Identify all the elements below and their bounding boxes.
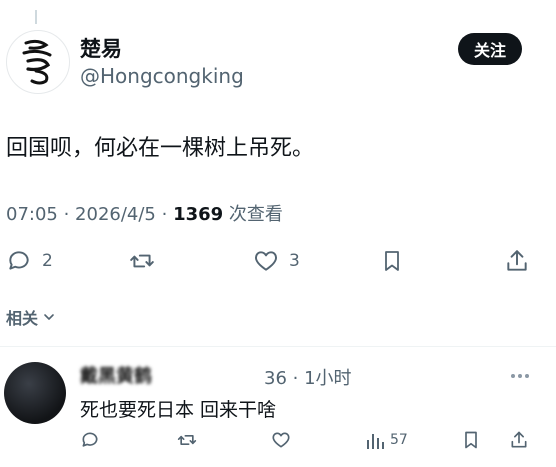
heart-icon: [255, 251, 277, 271]
author-handle[interactable]: @Hongcongking: [80, 64, 244, 88]
reply-like-button[interactable]: [271, 430, 291, 450]
reply-views-count: 57: [390, 432, 408, 448]
share-icon: [511, 431, 527, 448]
reply-author-name[interactable]: 戴黑黄鹤: [80, 362, 152, 388]
reply-reply-button[interactable]: [80, 430, 100, 450]
share-icon: [507, 250, 527, 271]
reply-bookmark-button[interactable]: [461, 430, 481, 450]
calligraphy-logo-icon: [22, 39, 52, 85]
author-avatar[interactable]: [6, 30, 70, 94]
related-label: 相关: [6, 309, 39, 328]
reply-button[interactable]: 2: [6, 248, 53, 274]
tweet-text: 回国呗，何必在一棵树上吊死。: [6, 136, 315, 161]
speech-bubble-icon: [9, 251, 29, 270]
views-count: 1369: [173, 204, 224, 225]
bookmark-button[interactable]: [380, 248, 404, 274]
reply-share-button[interactable]: [509, 430, 529, 450]
follow-button[interactable]: 关注: [458, 33, 522, 65]
tweet-date[interactable]: 2026/4/5: [75, 204, 156, 225]
reply-analytics-button[interactable]: 57: [366, 430, 408, 450]
meta-separator: ·: [57, 204, 76, 225]
meta-separator: ·: [155, 204, 174, 225]
bar-chart-icon: [367, 434, 384, 449]
tweet-time[interactable]: 07:05: [6, 204, 58, 225]
more-button[interactable]: [510, 365, 530, 384]
reply-count: 2: [42, 251, 53, 271]
bookmark-icon: [465, 431, 477, 449]
heart-icon: [272, 432, 290, 448]
divider: [0, 346, 556, 347]
reply-time[interactable]: 36 · 1小时: [264, 364, 352, 390]
bookmark-icon: [385, 251, 399, 271]
chevron-down-icon: [44, 314, 54, 320]
retweet-icon: [177, 435, 197, 445]
tweet-meta: 07:05 · 2026/4/5 · 1369 次查看: [6, 200, 283, 226]
like-button[interactable]: 3: [253, 248, 300, 274]
views-label: 次查看: [223, 204, 283, 225]
retweet-icon: [130, 254, 154, 268]
more-icon: [511, 374, 529, 378]
reply-text: 死也要死日本 回来干啥: [80, 399, 277, 421]
related-toggle[interactable]: 相关: [6, 305, 57, 329]
share-button[interactable]: [504, 248, 530, 274]
thread-line: [35, 10, 37, 24]
retweet-button[interactable]: [128, 248, 156, 274]
like-count: 3: [289, 251, 300, 271]
author-display-name[interactable]: 楚易: [80, 33, 122, 63]
reply-retweet-button[interactable]: [176, 430, 198, 450]
reply-avatar[interactable]: [4, 362, 66, 424]
speech-bubble-icon: [82, 432, 98, 447]
